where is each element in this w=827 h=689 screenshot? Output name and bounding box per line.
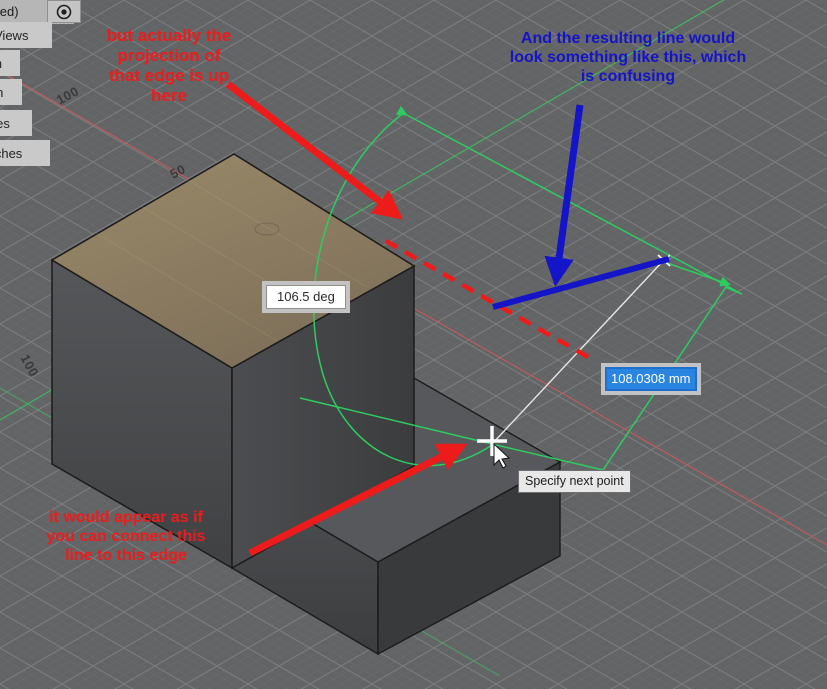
length-measurement-value[interactable]: 108.0308 mm	[605, 367, 697, 391]
annotation-text-red-bottom: it would appear as if you can connect th…	[46, 509, 206, 564]
origin-target-button[interactable]	[47, 0, 81, 23]
length-measurement-box[interactable]: 108.0308 mm	[601, 363, 701, 395]
command-prompt-tooltip: Specify next point	[518, 470, 631, 493]
annotation-text-blue: And the resulting line would look someth…	[509, 30, 747, 85]
sidebar-item-origin[interactable]: gin	[0, 79, 22, 105]
sidebar-item-bodies[interactable]: dies	[0, 110, 32, 136]
cad-application-window: 100 50 100 aved) Views nm gin dies etche…	[0, 0, 827, 689]
angle-measurement-box[interactable]: 106.5 deg	[262, 281, 350, 313]
sidebar-item-named-views[interactable]: Views	[0, 22, 52, 48]
sidebar-item-sketches[interactable]: etches	[0, 140, 50, 166]
annotation-text-red-top: but actually the projection of that edge…	[106, 26, 232, 106]
sidebar-item-units[interactable]: nm	[0, 50, 20, 76]
angle-measurement-value[interactable]: 106.5 deg	[266, 285, 346, 309]
origin-target-icon	[56, 4, 72, 19]
